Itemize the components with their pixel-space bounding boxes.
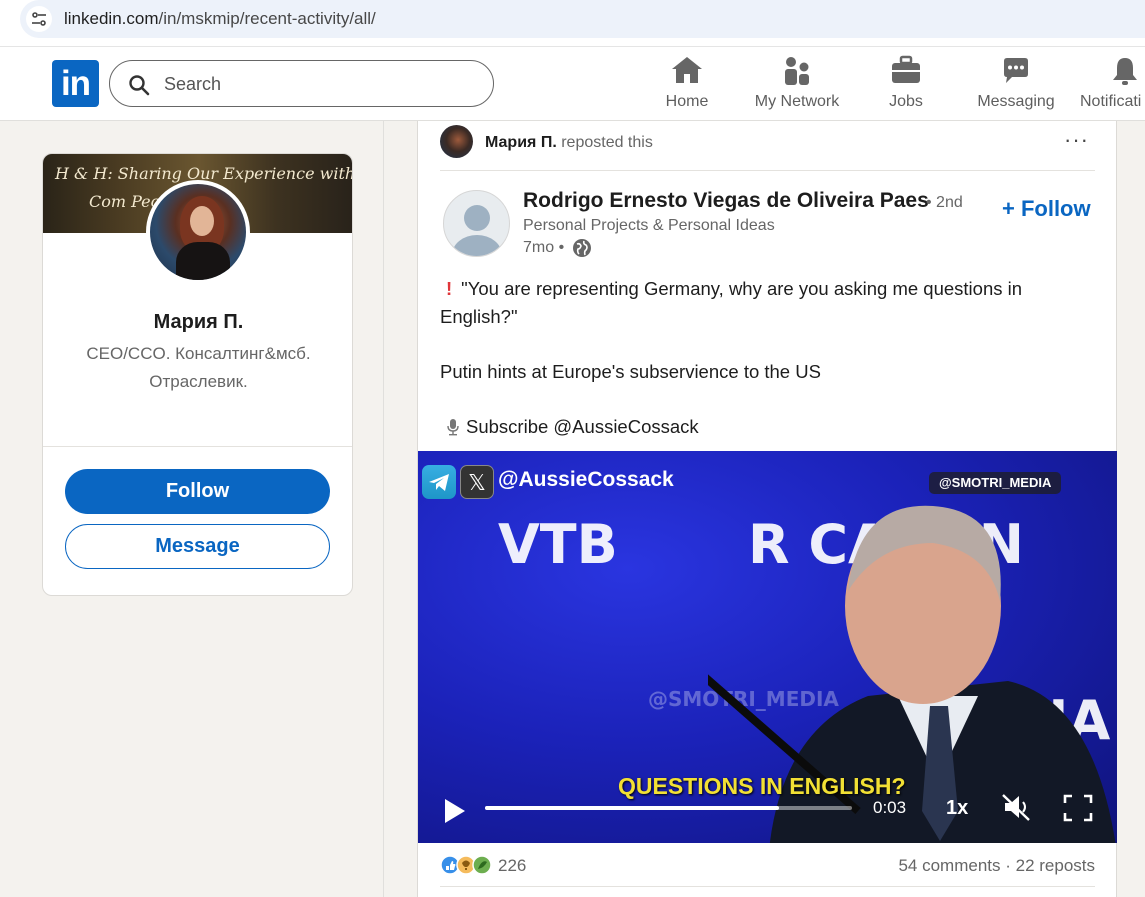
home-icon <box>662 55 712 87</box>
bell-icon <box>1080 55 1145 87</box>
play-icon[interactable] <box>443 797 467 825</box>
repost-text: Мария П. reposted this <box>485 134 653 152</box>
reposter-name[interactable]: Мария П. <box>485 134 557 151</box>
video-time: 0:03 <box>873 798 907 817</box>
fullscreen-icon[interactable] <box>1063 794 1093 822</box>
post-text: ! "You are representing Germany, why are … <box>440 275 1080 441</box>
repost-suffix: reposted this <box>561 134 653 151</box>
reaction-icons[interactable] <box>440 854 496 876</box>
profile-message-button[interactable]: Message <box>65 524 330 569</box>
profile-follow-button[interactable]: Follow <box>65 469 330 514</box>
video-watermark-badge: @SMOTRI_MEDIA <box>929 472 1062 494</box>
post-line-summary: Putin hints at Europe's subservience to … <box>440 361 821 382</box>
video-bg-text-vtb: VTB <box>498 513 618 576</box>
profile-headline: CEO/CCO. Консалтинг&мсб. Отраслевик. <box>86 344 311 391</box>
nav-notifications-label: Notificati <box>1080 93 1142 110</box>
nav-jobs-label: Jobs <box>889 93 923 110</box>
post-line-subscribe: Subscribe @AussieCossack <box>440 413 1080 441</box>
search-input[interactable] <box>164 71 464 97</box>
feed-post: Мария П. reposted this ··· Rodrigo Ernes… <box>417 121 1117 897</box>
author-name[interactable]: Rodrigo Ernesto Viegas de Oliveira Paes <box>523 189 929 213</box>
video-progress-bar[interactable] <box>485 806 852 810</box>
network-icon <box>750 55 844 87</box>
post-timestamp: 7mo • <box>523 239 565 256</box>
globe-icon <box>573 239 591 257</box>
profile-card: H & H: Sharing Our Experience with Com P… <box>42 153 353 596</box>
browser-url-bar: linkedin.com/in/mskmip/recent-activity/a… <box>0 0 1145 47</box>
video-handle-text: @AussieCossack <box>498 468 674 491</box>
comments-reposts-count[interactable]: 54 comments · 22 reposts <box>898 856 1095 876</box>
author-avatar[interactable] <box>443 190 510 257</box>
linkedin-global-nav: in Home My Network Jobs Messaging <box>0 47 1145 121</box>
divider <box>440 170 1095 171</box>
video-player[interactable]: VTB R CALLIN @SMOTRI_MEDIA SSIA 𝕏 @Aussi… <box>418 451 1117 843</box>
author-headline: Personal Projects & Personal Ideas <box>523 217 775 234</box>
mute-icon[interactable] <box>1001 792 1033 822</box>
divider <box>440 886 1095 887</box>
nav-jobs[interactable]: Jobs <box>886 55 926 115</box>
connection-degree: • 2nd <box>926 194 963 211</box>
telegram-logo <box>422 465 456 499</box>
microphone-icon <box>446 416 460 436</box>
nav-notifications[interactable]: Notificati <box>1080 55 1145 115</box>
linkedin-logo[interactable]: in <box>52 60 99 107</box>
search-icon <box>129 75 150 96</box>
briefcase-icon <box>886 55 926 87</box>
url-text[interactable]: linkedin.com/in/mskmip/recent-activity/a… <box>64 9 376 29</box>
x-logo: 𝕏 <box>460 465 494 499</box>
exclamation-icon: ! <box>446 278 453 299</box>
site-info-icon[interactable] <box>26 6 52 32</box>
playback-speed-button[interactable]: 1x <box>946 797 968 820</box>
nav-home-label: Home <box>665 93 709 110</box>
video-controls: 0:03 1x <box>418 781 1117 843</box>
nav-messaging-label: Messaging <box>977 93 1055 110</box>
more-options-icon[interactable]: ··· <box>1064 127 1089 153</box>
messaging-icon <box>975 55 1057 87</box>
post-line-quote: ! "You are representing Germany, why are … <box>440 278 1023 327</box>
nav-messaging[interactable]: Messaging <box>975 55 1057 115</box>
nav-home[interactable]: Home <box>662 55 712 115</box>
social-counts: 226 54 comments · 22 reposts <box>440 852 1095 880</box>
profile-name[interactable]: Мария П. <box>43 311 352 334</box>
reaction-count[interactable]: 226 <box>498 856 526 876</box>
reposter-avatar[interactable] <box>440 125 473 158</box>
profile-avatar[interactable] <box>146 180 250 284</box>
nav-my-network-label: My Network <box>754 93 840 110</box>
nav-my-network[interactable]: My Network <box>750 55 844 115</box>
search-bar[interactable] <box>109 60 494 107</box>
author-follow-button[interactable]: + Follow <box>1002 196 1091 222</box>
divider <box>43 446 352 447</box>
video-progress-fill <box>485 806 779 810</box>
